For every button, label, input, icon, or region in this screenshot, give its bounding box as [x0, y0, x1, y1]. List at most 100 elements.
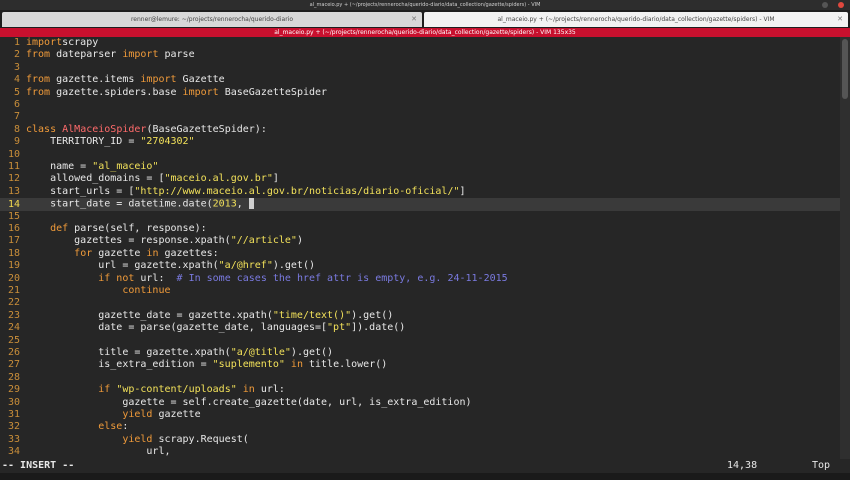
line-number: 28 — [7, 371, 20, 383]
code-line[interactable]: 20 if not url: # In some cases the href … — [0, 273, 850, 285]
code-line[interactable]: 33 yield scrapy.Request( — [0, 434, 850, 446]
code-line[interactable]: 4 from gazette.items import Gazette — [0, 74, 850, 86]
code-line[interactable]: 1 importscrapy — [0, 37, 850, 49]
code-editor[interactable]: 1 importscrapy 2 from dateparser import par… — [0, 37, 850, 459]
code-token: "time/text()" — [272, 309, 352, 321]
code-token: AlMaceioSpider — [62, 123, 147, 135]
code-token: title = gazette.xpath( — [26, 347, 231, 358]
bottom-strip — [0, 473, 850, 480]
line-number: 18 — [7, 247, 20, 259]
code-token: parse — [158, 49, 195, 61]
code-line[interactable]: 21 continue — [0, 285, 850, 297]
code-token: from — [26, 49, 51, 61]
code-line[interactable]: 32 else: — [0, 421, 850, 433]
code-line[interactable]: 34 url, — [0, 446, 850, 458]
code-token: Gazette — [176, 74, 225, 86]
code-token: parse(self, response): — [68, 223, 207, 234]
code-line[interactable]: 19 url = gazette.xpath("a/@href").get() — [0, 260, 850, 272]
code-token: (BaseGazetteSpider): — [146, 123, 267, 135]
code-line[interactable]: 16 def parse(self, response): — [0, 223, 850, 235]
code-line[interactable]: 3 — [0, 62, 850, 74]
code-token: 2013 — [212, 198, 237, 210]
code-line[interactable]: 11 name = "al_maceio" — [0, 161, 850, 173]
code-line[interactable]: 9 TERRITORY_ID = "2704302" — [0, 136, 850, 148]
cursor-position: 14,38 — [727, 460, 758, 471]
code-token: gazette.items — [50, 74, 141, 86]
code-token: def — [50, 223, 69, 234]
line-number: 10 — [7, 148, 20, 160]
line-number: 25 — [7, 334, 20, 346]
code-line[interactable]: 31 yield gazette — [0, 409, 850, 421]
line-number: 4 — [13, 74, 20, 86]
close-icon[interactable]: ✕ — [411, 12, 417, 27]
code-line[interactable]: 22 — [0, 297, 850, 309]
code-line[interactable]: 29 if "wp-content/uploads" in url: — [0, 384, 850, 396]
code-token: url = gazette.xpath( — [26, 260, 219, 272]
code-token: url: — [254, 384, 285, 396]
code-line[interactable]: 12 allowed_domains = ["maceio.al.gov.br"… — [0, 173, 850, 185]
code-token: "2704302" — [140, 136, 195, 148]
code-line[interactable]: 23 gazette_date = gazette.xpath("time/te… — [0, 310, 850, 322]
code-token: title.lower() — [302, 359, 388, 371]
code-line[interactable]: 30 gazette = self.create_gazette(date, u… — [0, 397, 850, 409]
code-line[interactable]: 26 title = gazette.xpath("a/@title").get… — [0, 347, 850, 359]
close-icon[interactable] — [838, 2, 844, 8]
code-token: start_date = datetime.date( — [26, 198, 213, 210]
code-line[interactable]: 17 gazettes = response.xpath("//article"… — [0, 235, 850, 247]
code-line[interactable]: 25 — [0, 335, 850, 347]
code-line[interactable]: 2 from dateparser import parse — [0, 49, 850, 61]
code-token: gazette — [92, 247, 147, 259]
tab-vim[interactable]: al_maceio.py + (~/projects/rennerocha/qu… — [424, 12, 848, 27]
code-line[interactable]: 28 — [0, 372, 850, 384]
line-number: 30 — [7, 396, 20, 408]
line-number: 20 — [7, 272, 20, 284]
code-line[interactable]: 7 — [0, 111, 850, 123]
code-token: in — [146, 247, 159, 259]
code-token: ]).date() — [351, 322, 406, 334]
code-token: scrapy.Request( — [152, 433, 249, 445]
code-token: ).get() — [351, 309, 394, 321]
code-token: import — [182, 86, 219, 98]
code-token: TERRITORY_ID = — [26, 136, 141, 148]
line-number: 34 — [7, 446, 20, 458]
code-line[interactable]: 24 date = parse(gazette_date, languages=… — [0, 322, 850, 334]
code-line[interactable]: 5 from gazette.spiders.base import BaseGa… — [0, 87, 850, 99]
code-token: "pt" — [327, 322, 352, 334]
minimize-icon[interactable] — [822, 2, 828, 8]
code-token: allowed_domains = [ — [26, 173, 165, 185]
code-token: import — [140, 74, 177, 86]
line-number: 17 — [7, 235, 20, 247]
code-token: # In some cases the href attr is empty, … — [176, 272, 508, 284]
code-token: "wp-content/uploads" — [116, 384, 237, 396]
code-line[interactable]: 14 start_date = datetime.date(2013, — [0, 198, 850, 211]
line-number: 23 — [7, 309, 20, 321]
scrollbar-thumb[interactable] — [842, 39, 848, 99]
code-token: "suplemento" — [212, 359, 285, 371]
code-line[interactable]: 13 start_urls = ["http://www.maceio.al.g… — [0, 186, 850, 198]
code-token: class — [26, 123, 57, 135]
code-token: "//article" — [230, 235, 297, 247]
code-token: if not — [98, 272, 135, 284]
code-line[interactable]: 18 for gazette in gazettes: — [0, 248, 850, 260]
window-title: al_maceio.py + (~/projects/rennerocha/qu… — [309, 2, 541, 8]
line-number: 12 — [7, 173, 20, 185]
code-line[interactable]: 15 — [0, 211, 850, 223]
close-icon[interactable]: ✕ — [837, 12, 843, 27]
code-line[interactable]: 27 is_extra_edition = "suplemento" in ti… — [0, 359, 850, 371]
line-number: 19 — [7, 260, 20, 272]
code-token: import — [26, 37, 63, 48]
code-line[interactable]: 8 class AlMaceioSpider(BaseGazetteSpider)… — [0, 124, 850, 136]
code-token: ] — [272, 173, 279, 185]
tab-terminal[interactable]: renner@lemure: ~/projects/rennerocha/que… — [2, 12, 422, 27]
code-token: url: — [134, 272, 177, 284]
scrollbar[interactable] — [840, 37, 850, 459]
code-line[interactable]: 6 — [0, 99, 850, 111]
code-line[interactable]: 10 — [0, 149, 850, 161]
line-number: 16 — [7, 223, 20, 234]
line-number: 1 — [13, 37, 20, 48]
